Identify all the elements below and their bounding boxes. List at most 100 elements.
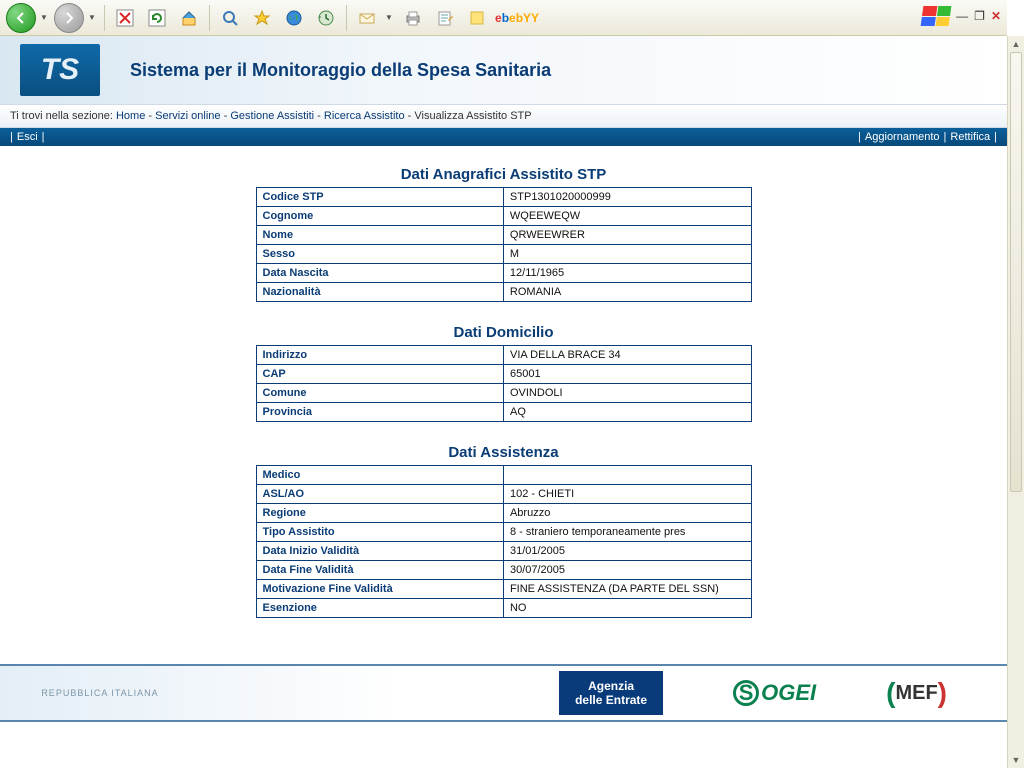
ebay-icon[interactable]: ebebYY — [495, 4, 539, 32]
field-value: NO — [503, 599, 751, 618]
table-row: CognomeWQEEWEQW — [256, 207, 751, 226]
section-title: Dati Assistenza — [0, 444, 1007, 461]
sogei-logo: SOGEI — [733, 680, 816, 706]
logo-text: TS — [20, 44, 100, 96]
history-icon[interactable] — [312, 4, 340, 32]
field-label: Tipo Assistito — [256, 523, 503, 542]
field-value: 8 - straniero temporaneamente pres — [503, 523, 751, 542]
field-value: 102 - CHIETI — [503, 485, 751, 504]
breadcrumb-item[interactable]: Servizi online — [155, 110, 220, 122]
restore-button[interactable]: ❐ — [974, 9, 985, 23]
field-label: Nazionalità — [256, 283, 503, 302]
field-value: OVINDOLI — [503, 384, 751, 403]
print-icon[interactable] — [399, 4, 427, 32]
table-row: Tipo Assistito8 - straniero temporaneame… — [256, 523, 751, 542]
mail-icon[interactable] — [353, 4, 381, 32]
field-label: Data Inizio Validità — [256, 542, 503, 561]
field-value: 31/01/2005 — [503, 542, 751, 561]
app-logo: TS — [0, 36, 120, 104]
data-table: Codice STPSTP1301020000999CognomeWQEEWEQ… — [256, 187, 752, 302]
table-row: SessoM — [256, 245, 751, 264]
close-button[interactable]: ✕ — [991, 9, 1001, 23]
edit-icon[interactable] — [431, 4, 459, 32]
forward-button[interactable] — [54, 3, 84, 33]
stop-icon[interactable] — [111, 4, 139, 32]
scroll-thumb[interactable] — [1010, 52, 1022, 492]
footer: REPUBBLICA ITALIANA Agenzia delle Entrat… — [0, 664, 1007, 722]
breadcrumb-item: Visualizza Assistito STP — [414, 110, 531, 122]
breadcrumb-item[interactable]: Gestione Assistiti — [230, 110, 314, 122]
field-value: AQ — [503, 403, 751, 422]
breadcrumb-item[interactable]: Ricerca Assistito — [324, 110, 405, 122]
vertical-scrollbar[interactable]: ▲ ▼ — [1007, 36, 1024, 768]
search-icon[interactable] — [216, 4, 244, 32]
mef-logo: (MEF) — [886, 677, 947, 709]
field-label: Comune — [256, 384, 503, 403]
note-icon[interactable] — [463, 4, 491, 32]
section-title: Dati Anagrafici Assistito STP — [0, 166, 1007, 183]
rettifica-link[interactable]: Rettifica — [950, 131, 990, 143]
field-label: Data Nascita — [256, 264, 503, 283]
table-row: NazionalitàROMANIA — [256, 283, 751, 302]
table-row: Medico — [256, 466, 751, 485]
field-label: Nome — [256, 226, 503, 245]
favorites-icon[interactable] — [248, 4, 276, 32]
table-row: Codice STPSTP1301020000999 — [256, 188, 751, 207]
table-row: Data Fine Validità30/07/2005 — [256, 561, 751, 580]
table-row: CAP65001 — [256, 365, 751, 384]
refresh-icon[interactable] — [143, 4, 171, 32]
app-header: TS Sistema per il Monitoraggio della Spe… — [0, 36, 1007, 104]
field-label: Motivazione Fine Validità — [256, 580, 503, 599]
scroll-down-icon[interactable]: ▼ — [1008, 752, 1024, 768]
data-table: MedicoASL/AO102 - CHIETIRegioneAbruzzoTi… — [256, 465, 752, 618]
scroll-up-icon[interactable]: ▲ — [1008, 36, 1024, 52]
table-row: Motivazione Fine ValiditàFINE ASSISTENZA… — [256, 580, 751, 599]
field-label: Regione — [256, 504, 503, 523]
agenzia-entrate-logo: Agenzia delle Entrate — [559, 671, 663, 716]
field-value: 30/07/2005 — [503, 561, 751, 580]
esci-link[interactable]: Esci — [17, 131, 38, 143]
table-row: Data Inizio Validità31/01/2005 — [256, 542, 751, 561]
mail-dropdown[interactable]: ▼ — [385, 13, 395, 22]
globe-icon[interactable] — [280, 4, 308, 32]
field-value: 12/11/1965 — [503, 264, 751, 283]
field-value: WQEEWEQW — [503, 207, 751, 226]
field-label: Cognome — [256, 207, 503, 226]
field-value: QRWEEWRER — [503, 226, 751, 245]
field-label: Medico — [256, 466, 503, 485]
field-value: Abruzzo — [503, 504, 751, 523]
table-row: IndirizzoVIA DELLA BRACE 34 — [256, 346, 751, 365]
windows-logo-icon — [921, 6, 952, 26]
field-value: M — [503, 245, 751, 264]
table-row: ProvinciaAQ — [256, 403, 751, 422]
section-title: Dati Domicilio — [0, 324, 1007, 341]
action-bar: | Esci | | Aggiornamento | Rettifica | — [0, 128, 1007, 146]
data-table: IndirizzoVIA DELLA BRACE 34CAP65001Comun… — [256, 345, 752, 422]
breadcrumb: Ti trovi nella sezione: Home - Servizi o… — [0, 104, 1007, 128]
field-label: Codice STP — [256, 188, 503, 207]
field-label: Sesso — [256, 245, 503, 264]
field-label: Provincia — [256, 403, 503, 422]
aggiornamento-link[interactable]: Aggiornamento — [865, 131, 940, 143]
back-button[interactable] — [6, 3, 36, 33]
field-label: Esenzione — [256, 599, 503, 618]
forward-dropdown[interactable]: ▼ — [88, 13, 98, 22]
browser-toolbar: ▼ ▼ ▼ ebebYY — ❐ ✕ — [0, 0, 1007, 36]
breadcrumb-item[interactable]: Home — [116, 110, 145, 122]
table-row: RegioneAbruzzo — [256, 504, 751, 523]
field-label: Indirizzo — [256, 346, 503, 365]
field-label: CAP — [256, 365, 503, 384]
field-value: FINE ASSISTENZA (DA PARTE DEL SSN) — [503, 580, 751, 599]
field-value: 65001 — [503, 365, 751, 384]
minimize-button[interactable]: — — [956, 9, 968, 23]
back-dropdown[interactable]: ▼ — [40, 13, 50, 22]
table-row: ASL/AO102 - CHIETI — [256, 485, 751, 504]
republic-seal: REPUBBLICA ITALIANA — [10, 670, 190, 716]
home-icon[interactable] — [175, 4, 203, 32]
field-label: Data Fine Validità — [256, 561, 503, 580]
field-label: ASL/AO — [256, 485, 503, 504]
table-row: Data Nascita12/11/1965 — [256, 264, 751, 283]
field-value: STP1301020000999 — [503, 188, 751, 207]
content-area: Dati Anagrafici Assistito STPCodice STPS… — [0, 146, 1007, 664]
breadcrumb-prefix: Ti trovi nella sezione: — [10, 110, 113, 122]
